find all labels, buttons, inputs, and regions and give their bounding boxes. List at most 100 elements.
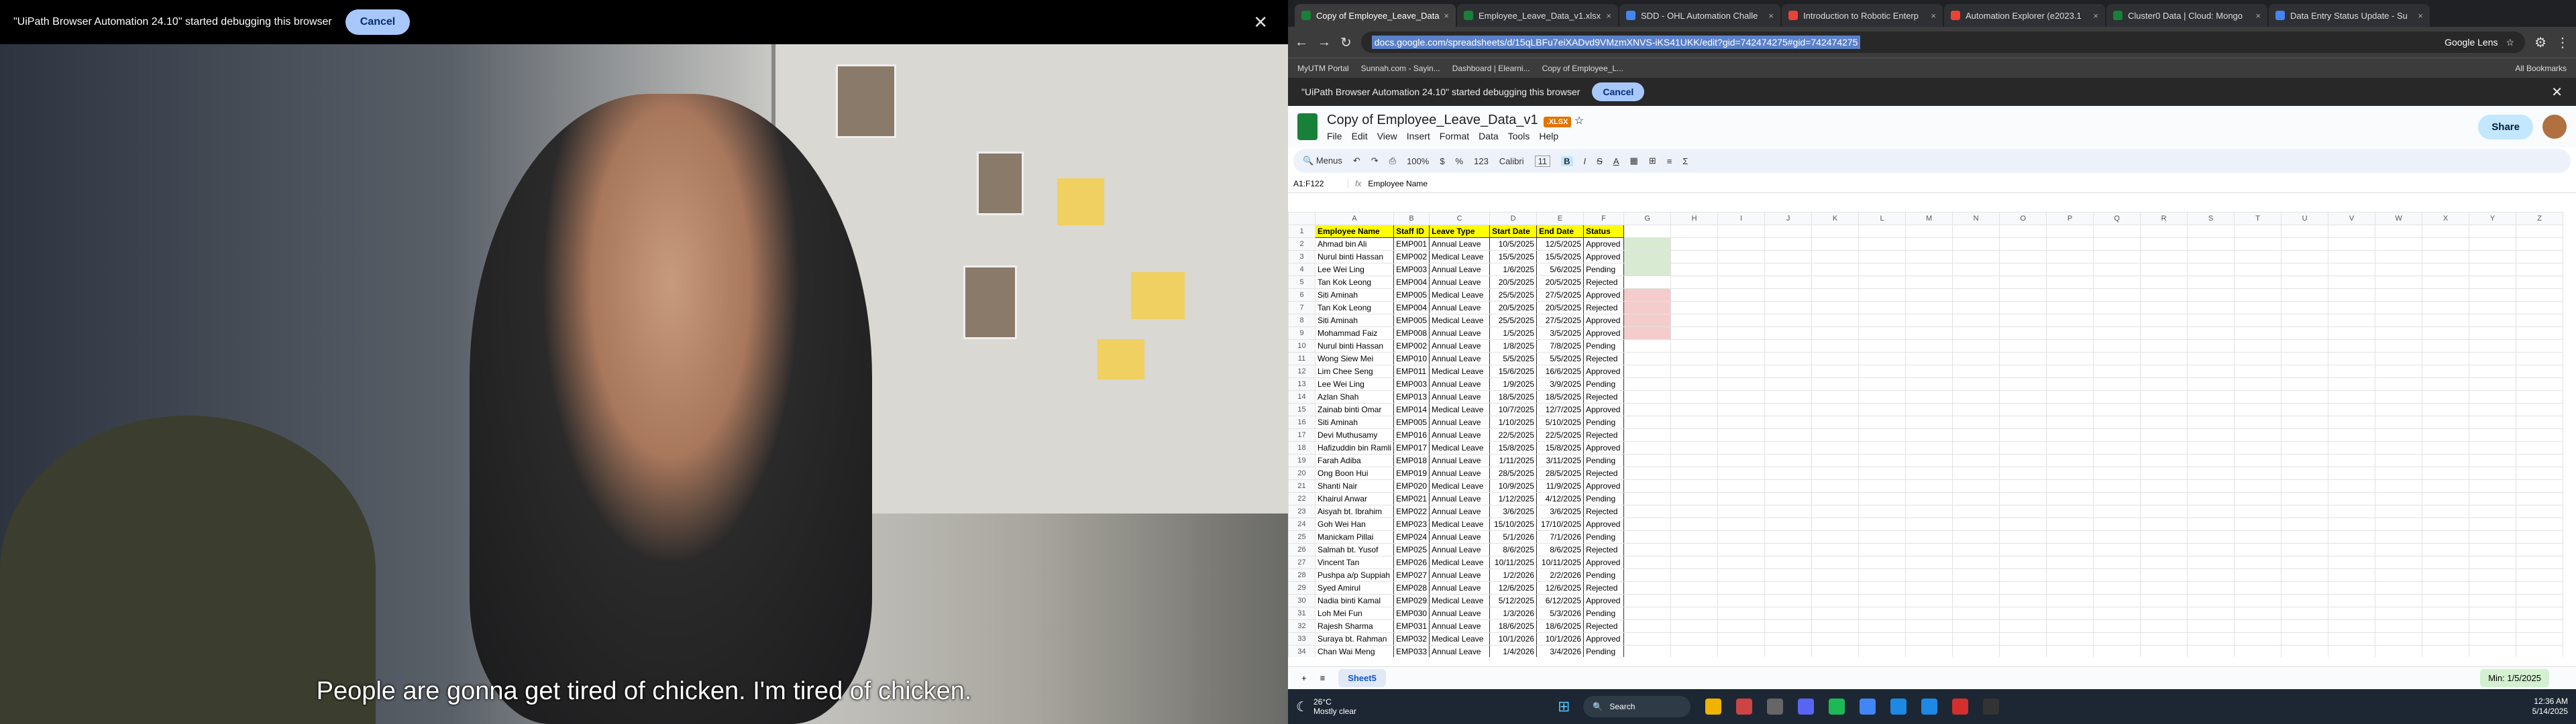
cell[interactable]: [2516, 301, 2564, 314]
cell[interactable]: [1952, 543, 2000, 556]
cell[interactable]: [2187, 619, 2235, 633]
cell[interactable]: Medical Leave: [1429, 632, 1491, 646]
cell[interactable]: [2328, 467, 2376, 480]
cell[interactable]: Approved: [1583, 314, 1625, 327]
cell[interactable]: Annual Leave: [1429, 263, 1491, 276]
cell[interactable]: 3/5/2025: [1536, 326, 1585, 340]
bookmark-item[interactable]: Copy of Employee_L...: [1542, 64, 1623, 73]
cell[interactable]: [1670, 441, 1719, 455]
cell[interactable]: Approved: [1583, 441, 1625, 455]
cell[interactable]: [2469, 518, 2517, 531]
cell[interactable]: [2046, 390, 2094, 404]
cell[interactable]: [2328, 339, 2376, 353]
cell[interactable]: [2328, 543, 2376, 556]
cell[interactable]: [1952, 479, 2000, 493]
cell[interactable]: [1811, 288, 1860, 302]
cell[interactable]: [1999, 505, 2047, 518]
cell[interactable]: [1858, 543, 1907, 556]
row-header[interactable]: 9: [1288, 326, 1316, 340]
cell[interactable]: [1670, 543, 1719, 556]
cell[interactable]: [2187, 467, 2235, 480]
cell[interactable]: [2281, 314, 2329, 327]
reload-icon[interactable]: ↻: [1340, 34, 1352, 51]
cell[interactable]: [2375, 492, 2423, 505]
cell[interactable]: [2328, 530, 2376, 544]
cell[interactable]: [2187, 607, 2235, 620]
cell[interactable]: Nurul binti Hassan: [1314, 250, 1395, 263]
menu-item[interactable]: Tools: [1508, 131, 1530, 141]
cell[interactable]: [1764, 492, 1813, 505]
cell[interactable]: Pending: [1583, 263, 1625, 276]
cell[interactable]: Approved: [1583, 594, 1625, 607]
cell[interactable]: Ahmad bin Ali: [1314, 237, 1395, 251]
bookmark-item[interactable]: MyUTM Portal: [1297, 64, 1349, 73]
cell[interactable]: [2422, 518, 2470, 531]
cell[interactable]: [2516, 225, 2564, 238]
cell[interactable]: [1623, 568, 1672, 582]
cell[interactable]: Annual Leave: [1429, 339, 1491, 353]
cell[interactable]: [1811, 581, 1860, 595]
cell[interactable]: EMP030: [1393, 607, 1430, 620]
row-header[interactable]: 6: [1288, 288, 1316, 302]
cell[interactable]: [2375, 505, 2423, 518]
cell[interactable]: [2046, 454, 2094, 467]
cell[interactable]: EMP021: [1393, 492, 1430, 505]
cell[interactable]: [1905, 505, 1953, 518]
cell[interactable]: [2328, 607, 2376, 620]
cell[interactable]: EMP028: [1393, 581, 1430, 595]
cell[interactable]: [1764, 276, 1813, 289]
cell[interactable]: [2234, 263, 2282, 276]
cell[interactable]: [1905, 301, 1953, 314]
cell[interactable]: [2140, 619, 2188, 633]
cell[interactable]: Siti Aminah: [1314, 416, 1395, 429]
cell[interactable]: [2140, 403, 2188, 416]
cell[interactable]: [2281, 556, 2329, 569]
cell[interactable]: Medical Leave: [1429, 403, 1491, 416]
cell[interactable]: [1670, 645, 1719, 657]
cell[interactable]: Loh Mei Fun: [1314, 607, 1395, 620]
cell[interactable]: [2234, 568, 2282, 582]
cell[interactable]: EMP014: [1393, 403, 1430, 416]
cell[interactable]: [2140, 518, 2188, 531]
cell[interactable]: [1905, 467, 1953, 480]
cell[interactable]: [2328, 454, 2376, 467]
cell[interactable]: [2422, 314, 2470, 327]
cell[interactable]: [2093, 314, 2141, 327]
cell[interactable]: [2469, 492, 2517, 505]
cell[interactable]: [2187, 365, 2235, 378]
cell[interactable]: [2375, 403, 2423, 416]
cell[interactable]: [2234, 467, 2282, 480]
cell[interactable]: [1623, 276, 1672, 289]
cell[interactable]: [1952, 352, 2000, 365]
cell[interactable]: [2046, 568, 2094, 582]
cell[interactable]: Medical Leave: [1429, 288, 1491, 302]
cell[interactable]: [2328, 225, 2376, 238]
cell[interactable]: [2281, 403, 2329, 416]
cell[interactable]: [1905, 326, 1953, 340]
cell[interactable]: Annual Leave: [1429, 607, 1491, 620]
cell[interactable]: [1858, 479, 1907, 493]
cell[interactable]: [2422, 237, 2470, 251]
cell[interactable]: [2422, 263, 2470, 276]
column-header[interactable]: I: [1717, 212, 1766, 225]
cell[interactable]: [1623, 314, 1672, 327]
cell[interactable]: [1623, 530, 1672, 544]
cell[interactable]: [2234, 416, 2282, 429]
cell[interactable]: EMP005: [1393, 288, 1430, 302]
cell[interactable]: Medical Leave: [1429, 441, 1491, 455]
close-icon[interactable]: ✕: [2551, 84, 2563, 101]
cell[interactable]: [1670, 365, 1719, 378]
cell[interactable]: [2187, 314, 2235, 327]
cancel-debug-button[interactable]: Cancel: [345, 9, 411, 35]
cell[interactable]: [2093, 263, 2141, 276]
cell[interactable]: 5/1/2026: [1489, 530, 1538, 544]
cell[interactable]: [2422, 505, 2470, 518]
cell[interactable]: Annual Leave: [1429, 326, 1491, 340]
cell[interactable]: [2469, 339, 2517, 353]
cell[interactable]: Salmah bt. Yusof: [1314, 543, 1395, 556]
cell[interactable]: Annual Leave: [1429, 581, 1491, 595]
cell[interactable]: Approved: [1583, 365, 1625, 378]
cell[interactable]: [1999, 263, 2047, 276]
cell[interactable]: [1717, 314, 1766, 327]
cell[interactable]: 16/6/2025: [1536, 365, 1585, 378]
